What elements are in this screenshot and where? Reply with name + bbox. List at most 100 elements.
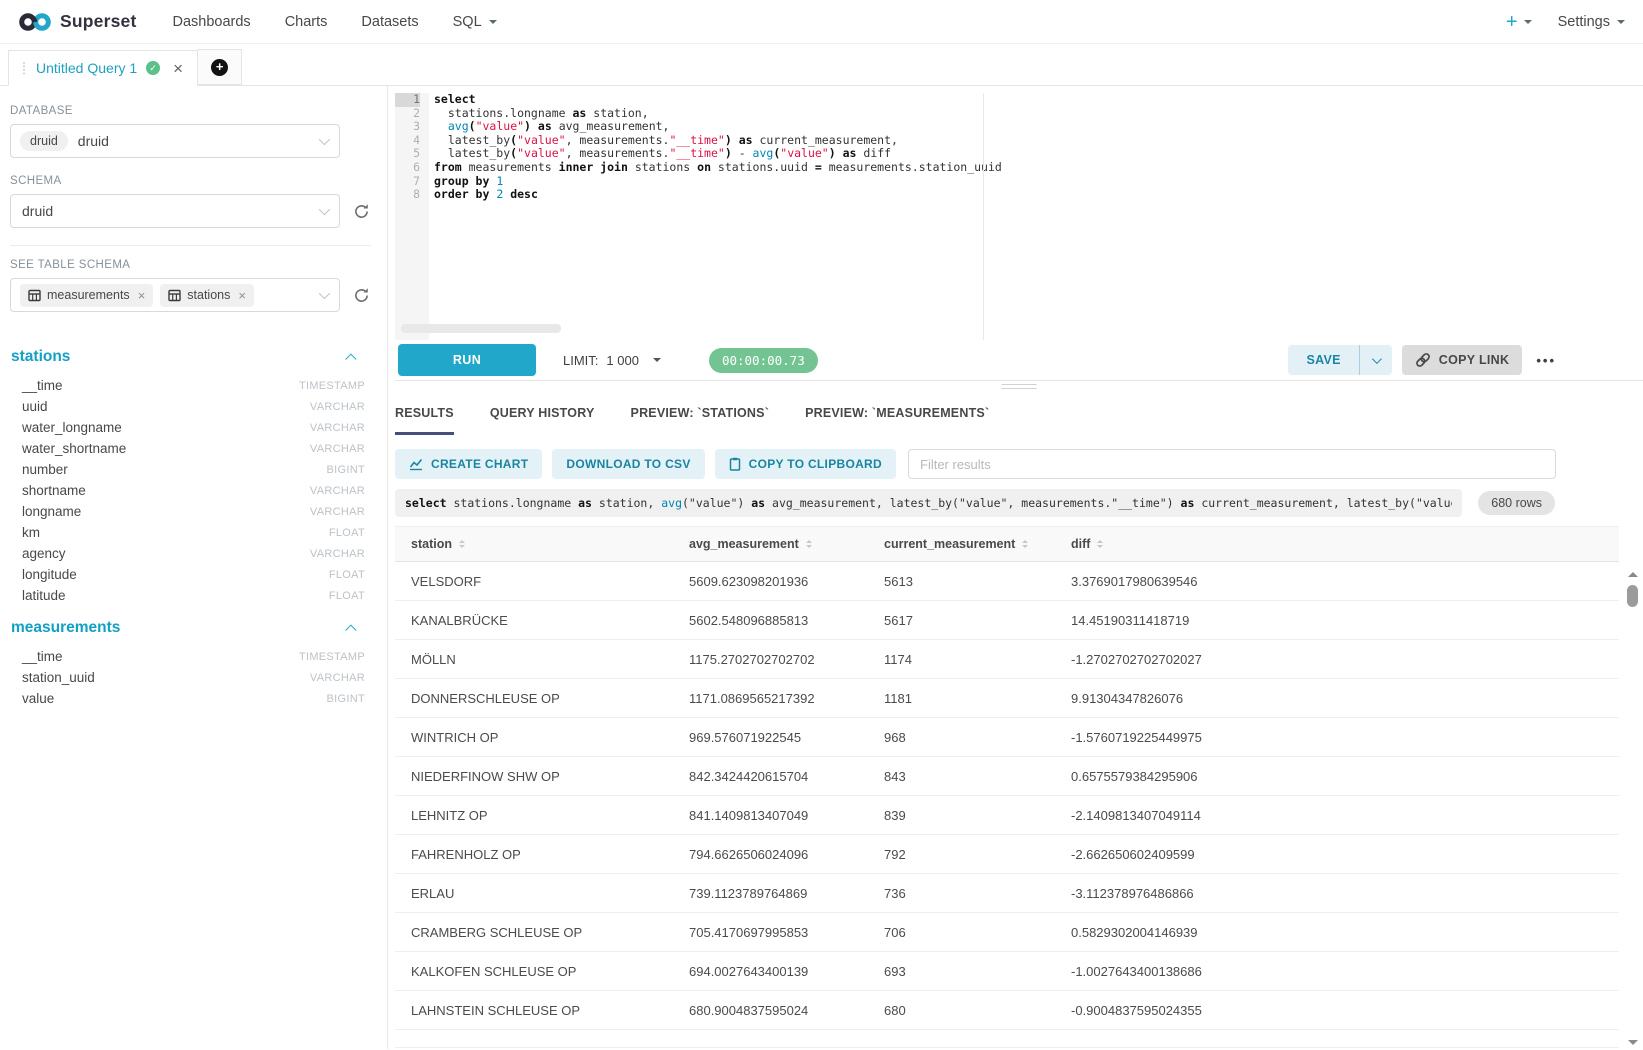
table-column-row: longitude FLOAT bbox=[10, 564, 371, 585]
line-number: 2 bbox=[395, 107, 420, 121]
code-line: from measurements inner join stations on… bbox=[434, 161, 1643, 175]
table-row: KANALBRÜCKE5602.548096885813561714.45190… bbox=[395, 601, 1619, 640]
grid-scrollbar[interactable] bbox=[1626, 568, 1640, 1047]
collapse-icon[interactable] bbox=[345, 624, 356, 635]
caret-down-icon bbox=[489, 20, 497, 28]
nav-item-sql[interactable]: SQL bbox=[453, 14, 497, 30]
copy-link-button[interactable]: COPY LINK bbox=[1402, 345, 1523, 375]
table-chip[interactable]: stations × bbox=[160, 284, 254, 307]
results-tab-preview-stations[interactable]: PREVIEW: `STATIONS` bbox=[631, 406, 770, 435]
tab-untitled-query-1[interactable]: Untitled Query 1 ✓ × bbox=[8, 50, 198, 86]
create-chart-button[interactable]: CREATE CHART bbox=[395, 449, 542, 479]
table-column-row: water_longname VARCHAR bbox=[10, 417, 371, 438]
column-header-avg_measurement[interactable]: avg_measurement bbox=[689, 537, 884, 551]
column-header-diff[interactable]: diff bbox=[1071, 537, 1619, 551]
table-column-row: value BIGINT bbox=[10, 688, 371, 709]
scroll-down-icon[interactable] bbox=[1628, 1040, 1638, 1045]
table-cell: -1.5760719225449975 bbox=[1071, 730, 1619, 745]
sort-icon[interactable] bbox=[1097, 537, 1103, 551]
save-dropdown-button[interactable] bbox=[1359, 345, 1392, 375]
run-button[interactable]: RUN bbox=[398, 344, 536, 376]
table-cell: 0.6575579384295906 bbox=[1071, 769, 1619, 784]
table-name: stations bbox=[11, 348, 70, 366]
results-tab-preview-measurements[interactable]: PREVIEW: `MEASUREMENTS` bbox=[805, 406, 989, 435]
table-column-row: latitude FLOAT bbox=[10, 585, 371, 606]
table-column-row: water_shortname VARCHAR bbox=[10, 438, 371, 459]
nav-item-dashboards[interactable]: Dashboards bbox=[173, 14, 251, 30]
collapse-icon[interactable] bbox=[345, 353, 356, 364]
editor-hscrollbar[interactable] bbox=[401, 324, 561, 333]
limit-dropdown[interactable]: LIMIT: 1 000 bbox=[563, 353, 661, 368]
column-name: latitude bbox=[22, 588, 66, 603]
line-number: 3 bbox=[395, 120, 420, 134]
column-type: TIMESTAMP bbox=[299, 651, 365, 663]
column-type: VARCHAR bbox=[310, 672, 365, 684]
database-select[interactable]: druid druid bbox=[10, 124, 340, 158]
copy-to-clipboard-button[interactable]: COPY TO CLIPBOARD bbox=[715, 449, 896, 479]
results-tab-results[interactable]: RESULTS bbox=[395, 406, 454, 435]
nav-item-datasets[interactable]: Datasets bbox=[361, 14, 418, 30]
table-row: VELSDORF5609.62309820193656133.376901798… bbox=[395, 562, 1619, 601]
remove-chip-icon[interactable]: × bbox=[138, 288, 146, 303]
table-row: FAHRENHOLZ OP794.6626506024096792-2.6626… bbox=[395, 835, 1619, 874]
splitter-handle-icon[interactable] bbox=[1002, 384, 1037, 389]
table-cell: CRAMBERG SCHLEUSE OP bbox=[395, 925, 689, 940]
add-tab-button[interactable]: + bbox=[198, 49, 242, 85]
results-tabbar: RESULTS QUERY HISTORY PREVIEW: `STATIONS` P… bbox=[395, 390, 1643, 435]
limit-value: 1 000 bbox=[606, 353, 639, 368]
database-value: druid bbox=[78, 133, 109, 149]
column-name: km bbox=[22, 525, 40, 540]
sort-icon[interactable] bbox=[806, 537, 812, 551]
code-line: group by 1 bbox=[434, 175, 1643, 189]
refresh-icon[interactable] bbox=[353, 203, 370, 220]
results-tab-query-history[interactable]: QUERY HISTORY bbox=[490, 406, 595, 435]
save-button[interactable]: SAVE bbox=[1288, 345, 1358, 375]
editor-code[interactable]: select stations.longname as station, avg… bbox=[429, 93, 1643, 340]
sort-icon[interactable] bbox=[459, 537, 465, 551]
table-cell: 1174 bbox=[884, 652, 1071, 667]
code-line: stations.longname as station, bbox=[434, 107, 1643, 121]
sql-lab-sidebar: DATABASE druid druid SCHEMA druid SEE TA… bbox=[0, 86, 388, 1049]
remove-chip-icon[interactable]: × bbox=[238, 288, 246, 303]
download-csv-button[interactable]: DOWNLOAD TO CSV bbox=[552, 449, 704, 479]
sort-icon[interactable] bbox=[1022, 537, 1028, 551]
column-type: VARCHAR bbox=[310, 506, 365, 518]
schema-select[interactable]: druid bbox=[10, 194, 340, 228]
top-navbar: Superset Dashboards Charts Datasets SQL + S… bbox=[0, 0, 1643, 44]
table-chip-label: stations bbox=[187, 288, 230, 302]
table-cell: 5617 bbox=[884, 613, 1071, 628]
column-header-current_measurement[interactable]: current_measurement bbox=[884, 537, 1071, 551]
pane-splitter[interactable] bbox=[395, 380, 1643, 390]
table-chip-label: measurements bbox=[47, 288, 130, 302]
query-timer-badge: 00:00:00.73 bbox=[709, 348, 818, 373]
sql-editor[interactable]: 12345678 select stations.longname as sta… bbox=[395, 86, 1643, 340]
settings-menu[interactable]: Settings bbox=[1558, 14, 1625, 30]
column-name: longitude bbox=[22, 567, 77, 582]
filter-results-input[interactable] bbox=[908, 449, 1556, 479]
scrollbar-thumb[interactable] bbox=[1627, 585, 1638, 607]
nav-item-charts[interactable]: Charts bbox=[285, 14, 328, 30]
superset-brand[interactable]: Superset bbox=[18, 11, 137, 33]
chevron-down-icon bbox=[1372, 354, 1382, 364]
close-icon[interactable]: × bbox=[173, 60, 183, 77]
more-actions-icon[interactable]: ••• bbox=[1536, 353, 1556, 368]
table-cell: 1171.0869565217392 bbox=[689, 691, 884, 706]
table-cell: 9.91304347826076 bbox=[1071, 691, 1619, 706]
tab-title: Untitled Query 1 bbox=[36, 60, 137, 76]
refresh-icon[interactable] bbox=[353, 287, 370, 304]
scroll-up-icon[interactable] bbox=[1628, 572, 1638, 577]
table-schema-select[interactable]: measurements × stations × bbox=[10, 278, 340, 312]
table-cell: 5613 bbox=[884, 574, 1071, 589]
table-column-row: station_uuid VARCHAR bbox=[10, 667, 371, 688]
line-number: 6 bbox=[395, 161, 420, 175]
column-type: FLOAT bbox=[329, 527, 365, 539]
column-header-station[interactable]: station bbox=[395, 537, 689, 551]
schema-table-header[interactable]: stations bbox=[10, 348, 371, 366]
column-name: water_longname bbox=[22, 420, 122, 435]
new-item-button[interactable]: + bbox=[1506, 12, 1532, 32]
table-chip[interactable]: measurements × bbox=[20, 284, 153, 307]
schema-table-header[interactable]: measurements bbox=[10, 619, 371, 637]
table-cell: LAHNSTEIN SCHLEUSE OP bbox=[395, 1003, 689, 1018]
line-number: 7 bbox=[395, 175, 420, 189]
drag-handle-icon[interactable] bbox=[23, 62, 26, 74]
